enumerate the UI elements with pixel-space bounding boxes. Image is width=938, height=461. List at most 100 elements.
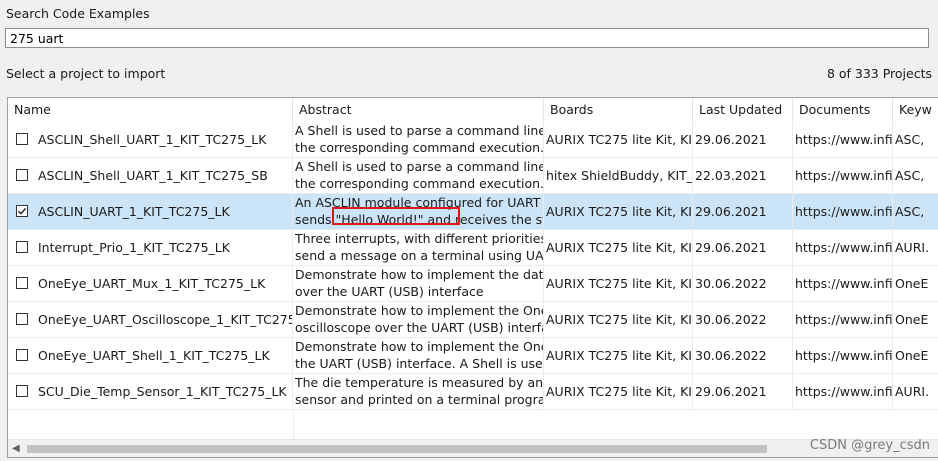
keywords-cell: ASC,: [893, 122, 938, 157]
project-name: OneEye_UART_Oscilloscope_1_KIT_TC275_LK: [38, 312, 293, 327]
abstract-cell: Three interrupts, with different priorit…: [293, 230, 544, 265]
abstract-line: A Shell is used to parse a command line …: [295, 123, 544, 138]
project-name: ASCLIN_Shell_UART_1_KIT_TC275_LK: [38, 132, 267, 147]
table-row[interactable]: OneEye_UART_Shell_1_KIT_TC275_LK Demonstr…: [8, 338, 938, 374]
abstract-line: the UART (USB) interface. A Shell is use…: [295, 355, 544, 371]
documents-cell: https://www.infin: [793, 158, 893, 193]
row-checkbox[interactable]: [16, 349, 28, 361]
column-header-last-updated[interactable]: Last Updated: [693, 98, 793, 122]
name-cell: OneEye_UART_Oscilloscope_1_KIT_TC275_LK: [8, 302, 293, 337]
project-name: ASCLIN_Shell_UART_1_KIT_TC275_SB: [38, 168, 268, 183]
abstract-line: Three interrupts, with different priorit…: [295, 231, 544, 246]
last-updated-cell: 30.06.2022: [693, 266, 793, 301]
column-header-abstract[interactable]: Abstract: [293, 98, 544, 122]
boards-cell: hitex ShieldBuddy, KIT_AU: [544, 158, 693, 193]
boards-cell: AURIX TC275 lite Kit, KIT_: [544, 302, 693, 337]
name-cell: ASCLIN_UART_1_KIT_TC275_LK: [8, 194, 293, 229]
last-updated-cell: 22.03.2021: [693, 158, 793, 193]
table-row[interactable]: ASCLIN_UART_1_KIT_TC275_LK An ASCLIN modu…: [8, 194, 938, 230]
watermark: CSDN @grey_csdn: [809, 438, 930, 453]
project-count: 8 of 333 Projects: [826, 66, 932, 81]
abstract-line: Demonstrate how to implement the OneEy: [295, 303, 544, 318]
row-checkbox[interactable]: [16, 277, 28, 289]
last-updated-cell: 29.06.2021: [693, 374, 793, 409]
row-checkbox[interactable]: [16, 385, 28, 397]
boards-cell: AURIX TC275 lite Kit, KIT_: [544, 194, 693, 229]
table-row[interactable]: SCU_Die_Temp_Sensor_1_KIT_TC275_LK The di…: [8, 374, 938, 410]
last-updated-cell: 30.06.2022: [693, 302, 793, 337]
name-cell: Interrupt_Prio_1_KIT_TC275_LK: [8, 230, 293, 265]
table-row[interactable]: OneEye_UART_Mux_1_KIT_TC275_LK Demonstrat…: [8, 266, 938, 302]
column-header-boards[interactable]: Boards: [544, 98, 693, 122]
name-cell: OneEye_UART_Shell_1_KIT_TC275_LK: [8, 338, 293, 373]
keywords-cell: AURI.: [893, 374, 938, 409]
documents-cell: https://www.infin: [793, 230, 893, 265]
keywords-cell: AURI.: [893, 230, 938, 265]
last-updated-cell: 29.06.2021: [693, 230, 793, 265]
abstract-line: Demonstrate how to implement the OneEy: [295, 339, 544, 354]
boards-cell: AURIX TC275 lite Kit, KIT_: [544, 338, 693, 373]
table-row[interactable]: Interrupt_Prio_1_KIT_TC275_LK Three inter…: [8, 230, 938, 266]
column-header-name[interactable]: Name: [8, 98, 293, 122]
search-input[interactable]: [5, 28, 929, 48]
project-name: OneEye_UART_Shell_1_KIT_TC275_LK: [38, 348, 270, 363]
keywords-cell: ASC,: [893, 158, 938, 193]
abstract-line: sensor and printed on a terminal program: [295, 391, 544, 407]
abstract-line: Demonstrate how to implement the data m: [295, 267, 544, 282]
boards-cell: AURIX TC275 lite Kit, KIT_: [544, 230, 693, 265]
column-header-keywords[interactable]: Keyw: [893, 98, 938, 122]
column-header-documents[interactable]: Documents: [793, 98, 893, 122]
abstract-line: The die temperature is measured by an in…: [295, 375, 544, 390]
abstract-cell: Demonstrate how to implement the data mo…: [293, 266, 544, 301]
name-cell: ASCLIN_Shell_UART_1_KIT_TC275_LK: [8, 122, 293, 157]
abstract-line: oscilloscope over the UART (USB) interfa…: [295, 319, 544, 335]
abstract-cell: Demonstrate how to implement the OneEy th…: [293, 338, 544, 373]
table-row[interactable]: ASCLIN_Shell_UART_1_KIT_TC275_LK A Shell …: [8, 122, 938, 158]
last-updated-cell: 30.06.2022: [693, 338, 793, 373]
documents-cell: https://www.infin: [793, 194, 893, 229]
documents-cell: https://www.infin: [793, 374, 893, 409]
checkmark-icon: [18, 207, 27, 215]
name-cell: ASCLIN_Shell_UART_1_KIT_TC275_SB: [8, 158, 293, 193]
documents-cell: https://www.infin: [793, 302, 893, 337]
search-label: Search Code Examples: [6, 6, 150, 21]
table-row[interactable]: ASCLIN_Shell_UART_1_KIT_TC275_SB A Shell …: [8, 158, 938, 194]
table-header: Name Abstract Boards Last Updated Docume…: [8, 98, 938, 122]
project-name: OneEye_UART_Mux_1_KIT_TC275_LK: [38, 276, 266, 291]
projects-table: Name Abstract Boards Last Updated Docume…: [7, 97, 938, 458]
abstract-line: the corresponding command execution. Th: [295, 175, 544, 191]
abstract-cell: The die temperature is measured by an in…: [293, 374, 544, 409]
keywords-cell: OneE: [893, 338, 938, 373]
last-updated-cell: 29.06.2021: [693, 122, 793, 157]
project-name: Interrupt_Prio_1_KIT_TC275_LK: [38, 240, 230, 255]
abstract-cell: Demonstrate how to implement the OneEy os…: [293, 302, 544, 337]
keywords-cell: ASC,: [893, 194, 938, 229]
abstract-line: the corresponding command execution. Th: [295, 139, 544, 155]
name-cell: OneEye_UART_Mux_1_KIT_TC275_LK: [8, 266, 293, 301]
project-name: ASCLIN_UART_1_KIT_TC275_LK: [38, 204, 230, 219]
boards-cell: AURIX TC275 lite Kit, KIT_: [544, 374, 693, 409]
last-updated-cell: 29.06.2021: [693, 194, 793, 229]
boards-cell: AURIX TC275 lite Kit, KIT_: [544, 122, 693, 157]
annotation-highlight-box: [332, 207, 460, 225]
scroll-left-arrow-icon[interactable]: ◀: [12, 443, 20, 454]
abstract-line: over the UART (USB) interface: [295, 283, 484, 299]
documents-cell: https://www.infin: [793, 266, 893, 301]
row-checkbox[interactable]: [16, 241, 28, 253]
row-checkbox[interactable]: [16, 205, 28, 217]
horizontal-scrollbar[interactable]: ◀: [8, 439, 938, 457]
row-checkbox[interactable]: [16, 313, 28, 325]
table-row[interactable]: OneEye_UART_Oscilloscope_1_KIT_TC275_LK D…: [8, 302, 938, 338]
documents-cell: https://www.infin: [793, 338, 893, 373]
abstract-line: A Shell is used to parse a command line …: [295, 159, 544, 174]
row-checkbox[interactable]: [16, 169, 28, 181]
scrollbar-thumb[interactable]: [27, 445, 767, 453]
row-checkbox[interactable]: [16, 133, 28, 145]
select-project-label: Select a project to import: [6, 66, 166, 81]
boards-cell: AURIX TC275 lite Kit, KIT_: [544, 266, 693, 301]
abstract-line: send a message on a terminal using UART: [295, 247, 544, 263]
abstract-cell: A Shell is used to parse a command line …: [293, 122, 544, 157]
abstract-cell: A Shell is used to parse a command line …: [293, 158, 544, 193]
name-cell: SCU_Die_Temp_Sensor_1_KIT_TC275_LK: [8, 374, 293, 409]
documents-cell: https://www.infin: [793, 122, 893, 157]
